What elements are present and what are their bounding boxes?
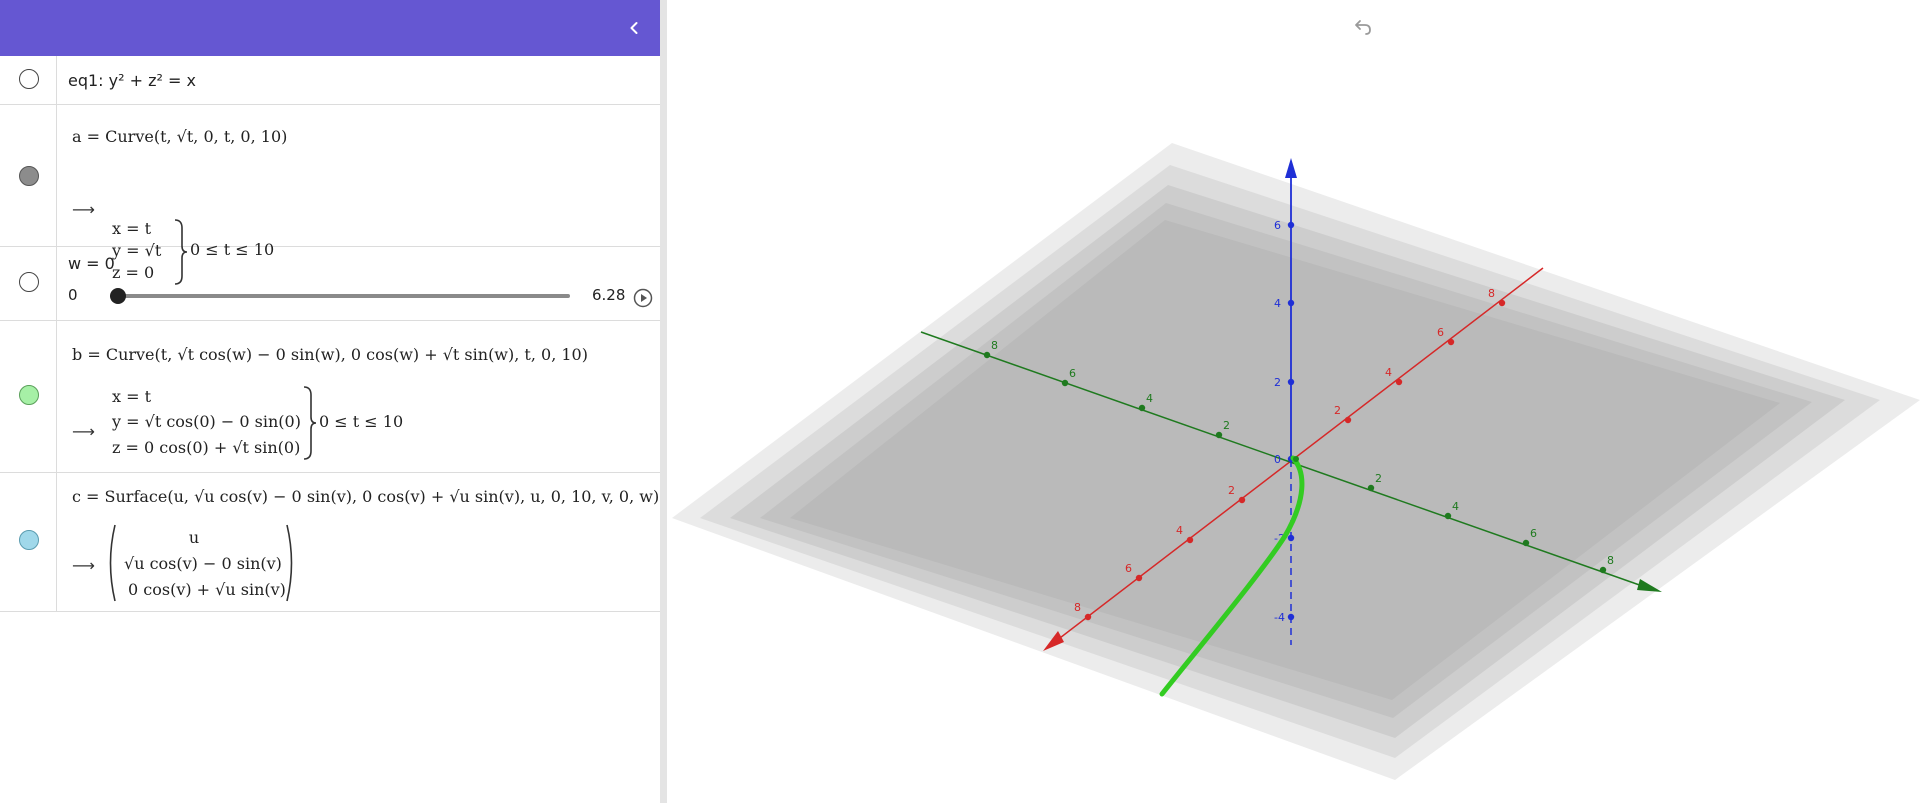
visibility-toggle-b[interactable] (19, 385, 39, 405)
graphics-3d-view[interactable]: 8 6 4 2 2 4 6 8 8 6 4 2 2 4 6 8 6 4 2 0 -2 -4 (667, 0, 1920, 803)
z-axis-tick-2-label: 2 (1274, 376, 1281, 389)
z-axis-tick-2-tick (1287, 378, 1295, 386)
c-result-right-paren (286, 524, 293, 602)
marble-column (0, 56, 57, 104)
b-result-z: z = 0 cos(0) + √t sin(0) (112, 438, 301, 457)
x-axis-tick-4-tick (1238, 496, 1246, 504)
x-axis-tick-6-label: 6 (1125, 562, 1132, 575)
y-axis-tick-3-label: 2 (1223, 419, 1230, 432)
visibility-toggle-w[interactable] (19, 272, 39, 292)
x-axis-tick-0-tick (1498, 299, 1506, 307)
z-axis-tick-1-tick (1287, 299, 1295, 307)
algebra-panel: eq1: y² + z² = x a = Curve(t, √t, 0, t, … (0, 0, 660, 803)
y-axis-tick-1-tick (1061, 379, 1069, 387)
visibility-toggle-eq1[interactable] (19, 69, 39, 89)
x-axis-tick-3-tick (1344, 416, 1352, 424)
x-axis-tick-6-tick (1135, 574, 1143, 582)
chevron-left-icon[interactable] (620, 14, 648, 42)
x-axis-tick-4-label: 2 (1228, 484, 1235, 497)
x-axis-tick-1-label: 6 (1437, 326, 1444, 339)
play-icon[interactable] (633, 288, 653, 308)
geogebra-app: eq1: y² + z² = x a = Curve(t, √t, 0, t, … (0, 0, 1920, 803)
b-definition[interactable]: b = Curve(t, √t cos(w) − 0 sin(w), 0 cos… (72, 345, 588, 364)
graphics-3d-canvas[interactable]: 86422468864224686420-2-4 (667, 0, 1920, 803)
visibility-toggle-c[interactable] (19, 530, 39, 550)
y-axis-tick-6-label: 6 (1530, 527, 1537, 540)
b-result-range: 0 ≤ t ≤ 10 (319, 412, 404, 431)
a-result-x: x = t (112, 219, 152, 238)
w-label[interactable]: w = 0 (68, 254, 115, 273)
z-axis-tick-1-label: 4 (1274, 297, 1281, 310)
y-axis-tick-2-tick (1138, 404, 1146, 412)
z-axis-tick-0-label: 6 (1274, 219, 1281, 232)
w-slider[interactable] (110, 287, 570, 305)
b-result-y: y = √t cos(0) − 0 sin(0) (112, 412, 301, 431)
undo-icon[interactable] (1350, 16, 1374, 40)
z-axis-tick-5-label: -4 (1274, 611, 1285, 624)
marble-column (0, 247, 57, 320)
x-axis-tick-1-tick (1447, 338, 1455, 346)
y-axis-tick-0-label: 8 (991, 339, 998, 352)
c-result-row1: u (188, 528, 200, 547)
algebra-row-c[interactable]: c = Surface(u, √u cos(v) − 0 sin(v), 0 c… (0, 473, 660, 612)
z-axis-tick-3-label: 0 (1274, 453, 1281, 466)
y-axis-tick-1-label: 6 (1069, 367, 1076, 380)
y-axis-tick-5-label: 4 (1452, 500, 1459, 513)
y-axis-tick-4-tick (1367, 484, 1375, 492)
algebra-row-a[interactable]: a = Curve(t, √t, 0, t, 0, 10) ⟶ x = t y … (0, 105, 660, 285)
result-arrow: ⟶ (72, 556, 95, 575)
slider-thumb[interactable] (110, 288, 126, 304)
y-axis-tick-0-tick (983, 351, 991, 359)
x-axis-tick-2-tick (1395, 378, 1403, 386)
z-axis-tick-4-tick (1287, 534, 1295, 542)
slider-track[interactable] (110, 294, 570, 298)
row-content: eq1: y² + z² = x (68, 56, 660, 104)
y-axis-tick-5-tick (1444, 512, 1452, 520)
y-axis-tick-7-label: 8 (1607, 554, 1614, 567)
marble-column (0, 473, 57, 611)
algebra-row-w[interactable]: w = 0 0 6.28 (0, 247, 660, 321)
z-axis-arrow (1285, 158, 1297, 178)
algebra-rows: eq1: y² + z² = x a = Curve(t, √t, 0, t, … (0, 56, 660, 612)
x-axis-tick-2-label: 4 (1385, 366, 1392, 379)
marble-column (0, 105, 57, 246)
row-content: c = Surface(u, √u cos(v) − 0 sin(v), 0 c… (68, 473, 660, 611)
x-axis-tick-7-tick (1084, 613, 1092, 621)
slider-max-label: 6.28 (592, 286, 626, 304)
y-axis-tick-7-tick (1599, 566, 1607, 574)
marble-column (0, 321, 57, 472)
y-axis-tick-4-label: 2 (1375, 472, 1382, 485)
row-content: b = Curve(t, √t cos(w) − 0 sin(w), 0 cos… (68, 321, 660, 472)
result-arrow: ⟶ (72, 200, 95, 219)
x-axis-tick-0-label: 8 (1488, 287, 1495, 300)
y-axis-tick-2-label: 4 (1146, 392, 1153, 405)
y-axis-tick-6-tick (1522, 539, 1530, 547)
c-result-row3: 0 cos(v) + √u sin(v) (128, 580, 286, 599)
x-axis-tick-5-label: 4 (1176, 524, 1183, 537)
row-content: a = Curve(t, √t, 0, t, 0, 10) ⟶ x = t y … (68, 105, 660, 285)
c-definition[interactable]: c = Surface(u, √u cos(v) − 0 sin(v), 0 c… (72, 487, 659, 506)
z-axis-tick-0-tick (1287, 221, 1295, 229)
panel-splitter[interactable] (660, 0, 667, 803)
origin-point (1293, 456, 1299, 462)
c-result-row2: √u cos(v) − 0 sin(v) (124, 554, 282, 573)
x-axis-tick-3-label: 2 (1334, 404, 1341, 417)
eq1-label[interactable]: eq1: y² + z² = x (68, 71, 196, 90)
row-content: w = 0 0 6.28 (68, 247, 660, 320)
c-result-left-paren (109, 524, 116, 602)
b-result-brace (303, 386, 317, 460)
visibility-toggle-a[interactable] (19, 166, 39, 186)
algebra-row-b[interactable]: b = Curve(t, √t cos(w) − 0 sin(w), 0 cos… (0, 321, 660, 473)
x-axis-tick-5-tick (1186, 536, 1194, 544)
x-axis-tick-7-label: 8 (1074, 601, 1081, 614)
algebra-header (0, 0, 660, 56)
b-result-x: x = t (112, 387, 152, 406)
y-axis-tick-3-tick (1215, 431, 1223, 439)
slider-min-label: 0 (68, 286, 78, 304)
z-axis-tick-5-tick (1287, 613, 1295, 621)
a-definition[interactable]: a = Curve(t, √t, 0, t, 0, 10) (72, 127, 287, 146)
result-arrow: ⟶ (72, 422, 95, 441)
algebra-row-eq1[interactable]: eq1: y² + z² = x (0, 56, 660, 105)
